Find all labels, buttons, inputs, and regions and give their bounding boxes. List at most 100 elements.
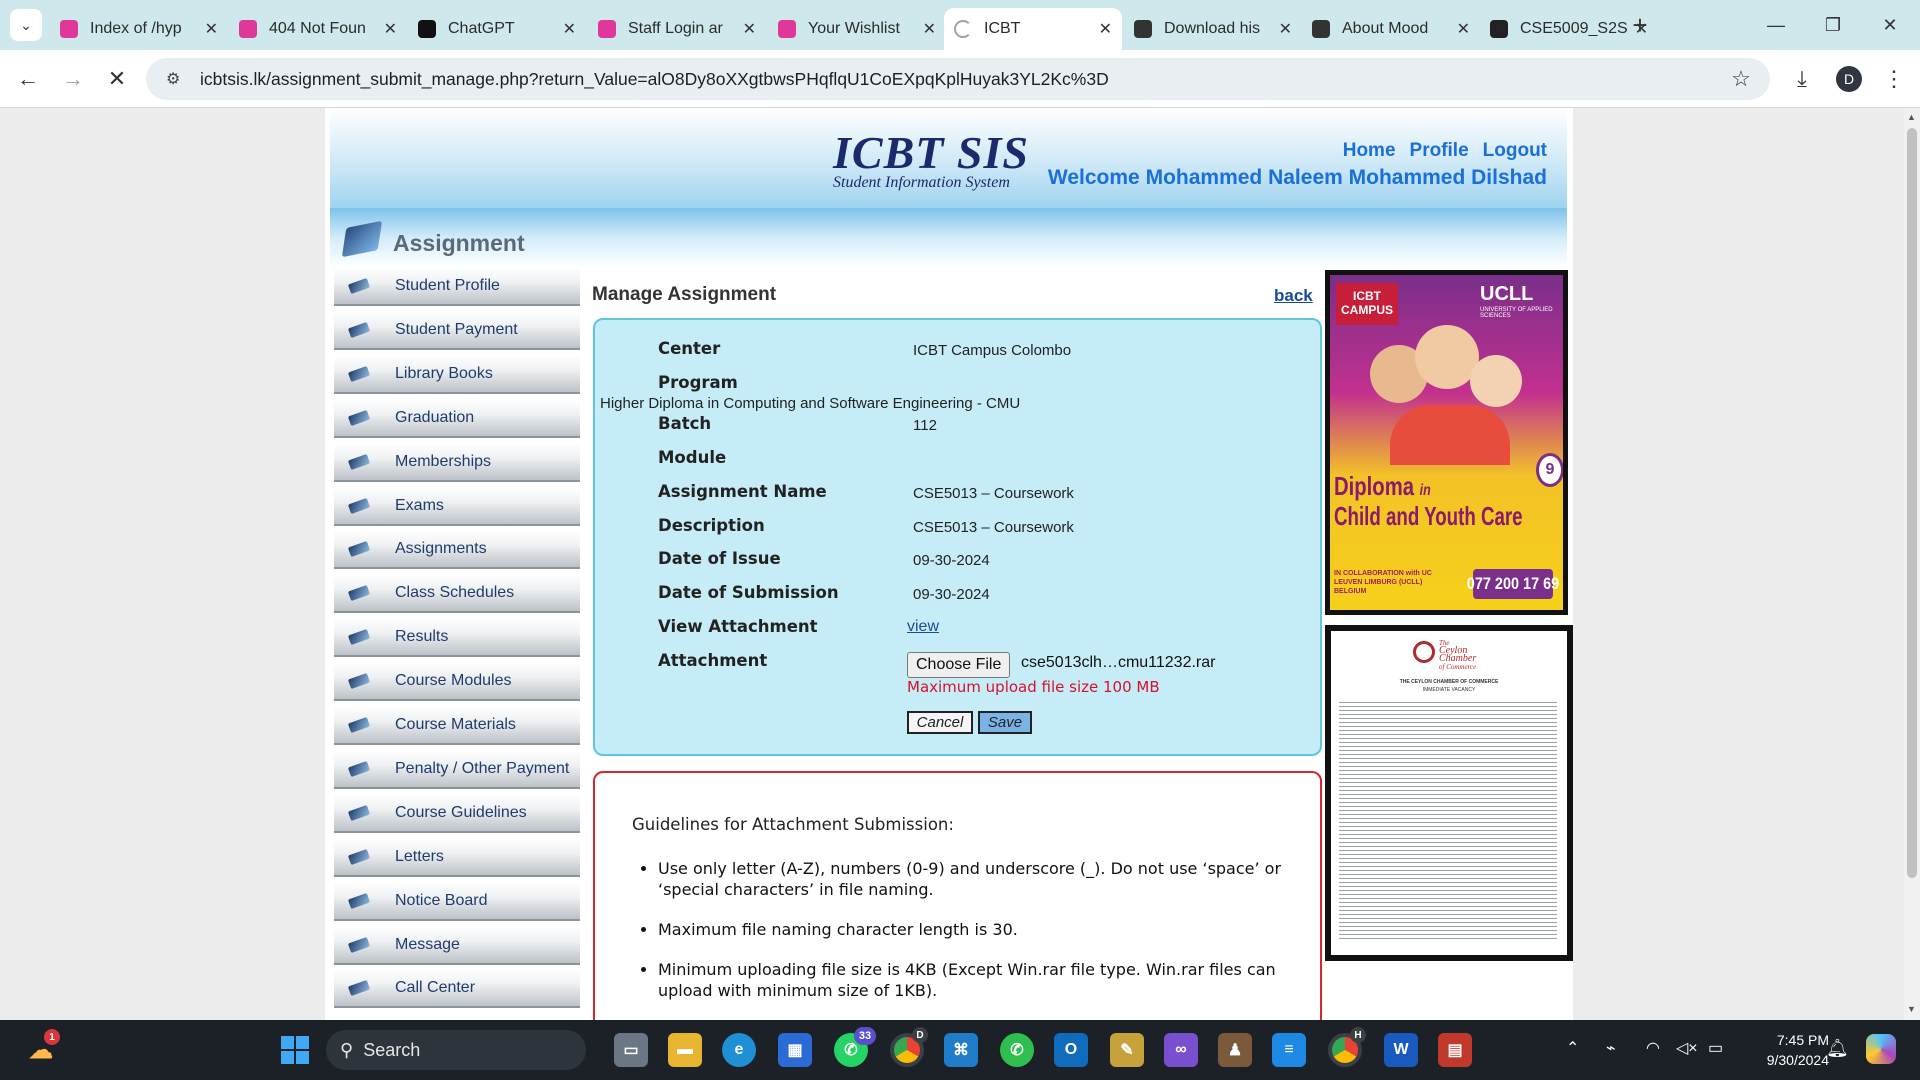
scroll-up-arrow-icon[interactable]: ▲ — [1907, 112, 1916, 122]
guidelines-list: Use only letter (A-Z), numbers (0-9) and… — [640, 858, 1290, 1020]
downloads-button[interactable]: ⤓ — [1784, 61, 1820, 97]
sidebar-item-label: Class Schedules — [395, 584, 515, 602]
close-tab-icon[interactable]: ✕ — [1279, 19, 1292, 39]
vacancy-advertisement[interactable]: The Ceylon Chamber of Commerce THE CEYLON C… — [1325, 625, 1573, 961]
assignment-name-label: Assignment Name — [658, 482, 827, 501]
browser-tab[interactable]: Download his ✕ — [1124, 8, 1302, 50]
visual-studio-icon[interactable]: ∞ — [1164, 1033, 1198, 1067]
wifi-icon[interactable]: ◠ — [1646, 1038, 1660, 1058]
close-tab-icon[interactable]: ✕ — [205, 19, 218, 39]
windows-icon — [281, 1036, 309, 1064]
sidebar-item[interactable]: Notice Board — [334, 882, 580, 921]
sidebar-item-label: Letters — [395, 847, 444, 865]
sidebar-item[interactable]: Memberships — [334, 443, 580, 482]
sidebar-item[interactable]: Course Guidelines — [334, 794, 580, 833]
sidebar-item[interactable]: Message — [334, 926, 580, 965]
site-logo-title[interactable]: ICBT SIS — [833, 126, 1029, 179]
sidebar-item[interactable]: Results — [334, 619, 580, 658]
sidebar-item[interactable]: Assignments — [334, 531, 580, 570]
notepad-icon[interactable]: ≡ — [1272, 1033, 1306, 1067]
browser-tab[interactable]: Staff Login ar ✕ — [588, 8, 766, 50]
restore-button[interactable]: ❐ — [1813, 10, 1853, 40]
paint-app-icon[interactable]: ✎ — [1110, 1033, 1144, 1067]
back-link[interactable]: back — [1274, 286, 1313, 306]
sidebar-item[interactable]: Call Center — [334, 970, 580, 1009]
new-tab-button[interactable]: + — [1620, 10, 1660, 40]
battery-icon[interactable]: ▭ — [1708, 1038, 1723, 1058]
taskbar-search[interactable]: ⚲ Search — [326, 1030, 586, 1070]
cancel-button[interactable]: Cancel — [907, 711, 973, 734]
browser-tab[interactable]: Index of /hyp ✕ — [50, 8, 228, 50]
sidebar-item[interactable]: Course Materials — [334, 707, 580, 745]
sidebar-item[interactable]: Class Schedules — [334, 575, 580, 614]
address-url[interactable]: icbtsis.lk/assignment_submit_manage.php?… — [200, 69, 1726, 90]
tab-search-button[interactable]: ⌄ — [10, 9, 42, 41]
vscode-icon[interactable]: ⌘ — [944, 1033, 978, 1067]
taskbar-clock[interactable]: 7:45 PM 9/30/2024 — [1744, 1030, 1829, 1070]
profile-avatar[interactable]: D — [1836, 66, 1862, 92]
close-tab-icon[interactable]: ✕ — [743, 19, 756, 39]
weather-widget[interactable]: ☁ 1 — [24, 1029, 60, 1067]
close-tab-icon[interactable]: ✕ — [563, 19, 576, 39]
scrollbar-thumb[interactable] — [1907, 128, 1917, 878]
browser-menu-button[interactable]: ⋮ — [1876, 61, 1912, 97]
sidebar-item[interactable]: Letters — [334, 838, 580, 877]
winrar-icon[interactable]: ▤ — [1438, 1033, 1472, 1067]
forward-button[interactable]: → — [55, 61, 91, 97]
sidebar-item-label: Memberships — [395, 452, 492, 470]
microsoft-store-icon[interactable]: ▦ — [778, 1033, 812, 1067]
sidebar-item[interactable]: Course Modules — [334, 663, 580, 702]
arrow-right-icon: → — [62, 66, 84, 91]
notification-bell-icon[interactable]: 🔔︎ — [1826, 1038, 1849, 1059]
file-explorer-icon[interactable]: ▬ — [668, 1033, 702, 1067]
speaker-muted-icon[interactable]: ◁× — [1676, 1038, 1698, 1058]
download-icon — [1134, 20, 1152, 38]
sidebar-item[interactable]: Student Profile — [334, 268, 580, 306]
edge-browser-icon[interactable]: e — [722, 1033, 756, 1067]
close-tab-icon[interactable]: ✕ — [1099, 19, 1112, 39]
menu-bullet-icon — [347, 716, 371, 734]
logout-link[interactable]: Logout — [1483, 140, 1547, 162]
close-tab-icon[interactable]: ✕ — [384, 19, 397, 39]
home-link[interactable]: Home — [1343, 140, 1396, 162]
save-button[interactable]: Save — [978, 711, 1032, 734]
whatsapp-icon[interactable]: ✆ 33 — [834, 1027, 876, 1067]
browser-tab[interactable]: 404 Not Foun ✕ — [229, 8, 407, 50]
start-button[interactable] — [278, 1033, 312, 1067]
outlook-icon[interactable]: O — [1054, 1033, 1088, 1067]
sidebar-item[interactable]: Graduation — [334, 399, 580, 438]
sidebar-item[interactable]: Exams — [334, 487, 580, 526]
view-attachment-link[interactable]: view — [907, 618, 939, 636]
profile-link[interactable]: Profile — [1410, 140, 1469, 162]
network-off-icon[interactable]: ⌁ — [1606, 1038, 1616, 1058]
copilot-icon[interactable] — [1866, 1034, 1896, 1064]
choose-file-button[interactable]: Choose File — [907, 652, 1011, 678]
whatsapp-badge: 33 — [854, 1027, 876, 1045]
scroll-down-arrow-icon[interactable]: ▼ — [1907, 1004, 1916, 1014]
task-view-icon[interactable]: ▭ — [614, 1033, 648, 1067]
site-settings-icon[interactable]: ⚙ — [166, 69, 186, 89]
bookmark-star-icon[interactable]: ☆ — [1726, 66, 1756, 92]
browser-tab[interactable]: Your Wishlist ✕ — [768, 8, 946, 50]
chrome-icon[interactable]: D — [890, 1027, 928, 1067]
whatsapp-web-icon[interactable]: ✆ — [1000, 1033, 1034, 1067]
word-icon[interactable]: W — [1384, 1033, 1418, 1067]
close-tab-icon[interactable]: ✕ — [923, 19, 936, 39]
diploma-advertisement[interactable]: ICBT CAMPUS UCLL UNIVERSITY OF APPLIED S… — [1325, 270, 1568, 615]
close-tab-icon[interactable]: ✕ — [1457, 19, 1470, 39]
back-button[interactable]: ← — [10, 61, 46, 97]
game-app-icon[interactable]: ♟ — [1218, 1033, 1252, 1067]
close-window-button[interactable]: ✕ — [1870, 10, 1910, 40]
sidebar-item[interactable]: Student Payment — [334, 311, 580, 350]
browser-tab[interactable]: About Mood ✕ — [1302, 8, 1480, 50]
stop-loading-button[interactable]: ✕ — [99, 61, 135, 97]
address-bar[interactable]: ⚙ icbtsis.lk/assignment_submit_manage.ph… — [146, 58, 1770, 100]
close-icon: ✕ — [1882, 14, 1898, 35]
show-hidden-icons-chevron-icon[interactable]: ⌃ — [1566, 1038, 1579, 1058]
browser-tab[interactable]: ICBT ✕ — [944, 8, 1122, 50]
sidebar-item[interactable]: Penalty / Other Payment — [334, 750, 580, 789]
sidebar-item[interactable]: Library Books — [334, 355, 580, 394]
minimize-button[interactable]: — — [1756, 10, 1796, 40]
chrome-profile-2-icon[interactable]: H — [1328, 1027, 1366, 1067]
browser-tab[interactable]: ChatGPT ✕ — [408, 8, 586, 50]
